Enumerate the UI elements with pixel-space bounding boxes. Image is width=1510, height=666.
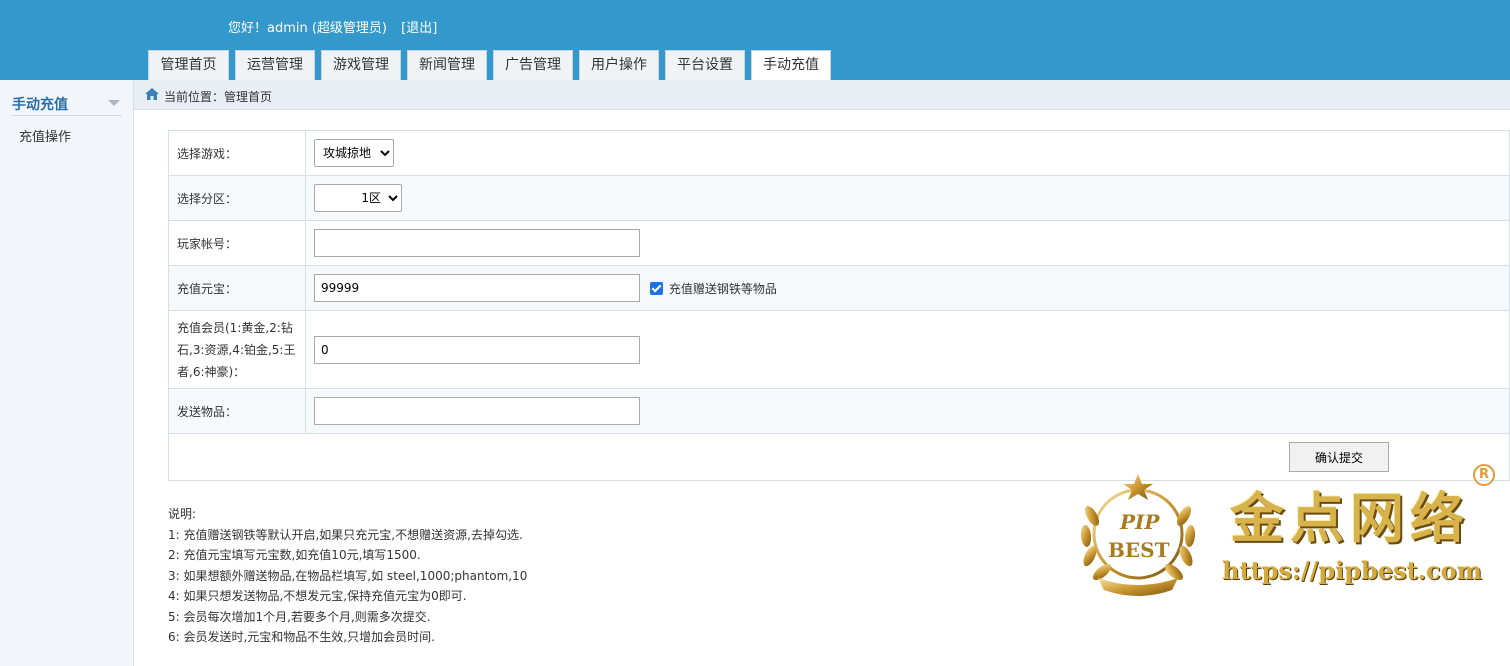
tab-home[interactable]: 管理首页 xyxy=(148,50,229,80)
game-label: 选择游戏： xyxy=(168,130,306,176)
breadcrumb: 当前位置：管理首页 xyxy=(164,90,273,104)
zone-select[interactable]: 1区 xyxy=(314,184,402,212)
laurel-seal-logo xyxy=(1080,474,1196,596)
greeting: 您好！admin (超级管理员) [退出] xyxy=(228,17,437,36)
notes-title: 说明: xyxy=(168,507,197,521)
notes-line: 5: 会员每次增加1个月,若要多个月,则需多次提交. xyxy=(168,609,431,624)
sidebar-item-recharge-operation[interactable]: 充值操作 xyxy=(19,126,71,145)
logout-link[interactable]: [退出] xyxy=(401,21,437,36)
notes-line: 1: 充值赠送钢铁等默认开启,如果只充元宝,不想赠送资源,去掉勾选. xyxy=(168,527,523,542)
brand-name: 金点网络 xyxy=(1230,486,1470,550)
top-header: 您好！admin (超级管理员) [退出] 管理首页 运营管理 游戏管理 新闻管… xyxy=(0,0,1510,80)
items-label: 发送物品： xyxy=(168,388,306,434)
tab-platform-settings[interactable]: 平台设置 xyxy=(665,50,745,80)
gift-checkbox-group[interactable]: 充值赠送钢铁等物品 xyxy=(649,280,777,297)
brand-url: https://pipbest.com xyxy=(1222,556,1483,585)
tab-operations[interactable]: 运营管理 xyxy=(235,50,315,80)
zone-label: 选择分区： xyxy=(168,175,306,221)
watermark: PIP BEST 金点网络 https://pipbest.com R xyxy=(1068,462,1508,612)
home-icon xyxy=(145,88,159,100)
gift-checkbox-label[interactable]: 充值赠送钢铁等物品 xyxy=(669,280,777,297)
tab-news[interactable]: 新闻管理 xyxy=(407,50,487,80)
tab-games[interactable]: 游戏管理 xyxy=(321,50,401,80)
game-select[interactable]: 攻城掠地 xyxy=(314,139,394,167)
breadcrumb-bar: 当前位置：管理首页 xyxy=(134,80,1510,110)
notes-line: 6: 会员发送时,元宝和物品不生效,只增加会员时间. xyxy=(168,630,435,644)
yuanbao-label: 充值元宝： xyxy=(168,265,306,311)
member-input[interactable] xyxy=(314,335,640,364)
tab-users[interactable]: 用户操作 xyxy=(579,50,659,80)
main-nav-tabs: 管理首页 运营管理 游戏管理 新闻管理 广告管理 用户操作 平台设置 手动充值 xyxy=(148,50,837,80)
sidebar: 手动充值 充值操作 xyxy=(0,80,134,666)
gift-checkbox[interactable] xyxy=(649,282,663,295)
registered-mark-icon: R xyxy=(1473,464,1495,486)
tab-manual-recharge[interactable]: 手动充值 xyxy=(751,50,831,80)
items-input[interactable] xyxy=(314,397,640,425)
notes-line: 4: 如果只想发送物品,不想发元宝,保持充值元宝为0即可. xyxy=(168,589,467,603)
account-label: 玩家帐号： xyxy=(168,220,306,266)
account-input[interactable] xyxy=(314,229,640,257)
recharge-form: 选择游戏： 攻城掠地 选择分区： 1区 玩家帐号： 充值元宝： 99999 充值… xyxy=(168,130,1510,481)
instructions: 说明: 1: 充值赠送钢铁等默认开启,如果只充元宝,不想赠送资源,去掉勾选. 2… xyxy=(168,504,527,648)
notes-line: 3: 如果想额外赠送物品,在物品栏填写,如 steel,1000;phantom… xyxy=(168,568,528,583)
notes-line: 2: 充值元宝填写元宝数,如充值10元,填写1500. xyxy=(168,548,421,562)
greeting-text: 您好！admin (超级管理员) xyxy=(228,21,388,36)
tab-ads[interactable]: 广告管理 xyxy=(493,50,573,80)
seal-text-bottom: BEST xyxy=(1108,538,1170,562)
seal-text-top: PIP xyxy=(1120,510,1160,534)
sidebar-header[interactable]: 手动充值 xyxy=(12,94,122,116)
sidebar-title: 手动充值 xyxy=(12,97,68,113)
member-label: 充值会员(1:黄金,2:钻石,3:资源,4:铂金,5:王者,6:神豪)： xyxy=(168,310,306,389)
collapse-arrow-icon[interactable] xyxy=(108,100,120,106)
yuanbao-input[interactable] xyxy=(314,274,640,302)
